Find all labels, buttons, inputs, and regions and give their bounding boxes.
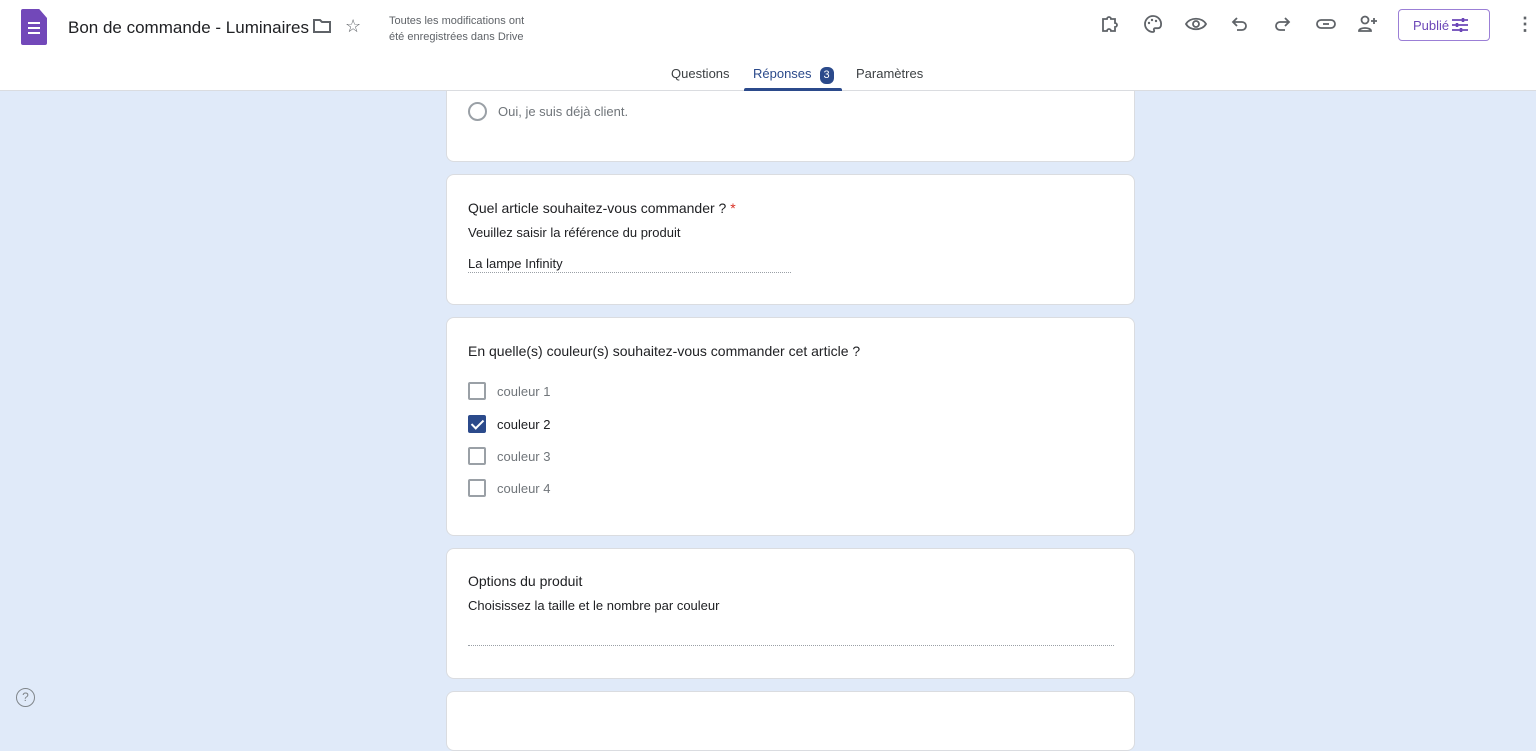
star-icon[interactable]: ☆ [345, 16, 361, 37]
help-icon[interactable]: ? [16, 688, 35, 707]
palette-icon[interactable] [1143, 14, 1163, 39]
tune-icon [1451, 17, 1469, 33]
option-label: Oui, je suis déjà client. [498, 104, 628, 119]
top-bar: Bon de commande - Luminaires ☆ Toutes le… [0, 0, 1536, 91]
undo-icon[interactable] [1231, 15, 1249, 38]
link-icon[interactable] [1315, 15, 1337, 38]
preview-eye-icon[interactable] [1185, 15, 1207, 38]
divider [468, 645, 1114, 646]
redo-icon[interactable] [1273, 15, 1291, 38]
active-tab-indicator [744, 88, 842, 91]
checkbox-option[interactable]: couleur 3 [468, 447, 550, 465]
tab-settings[interactable]: Paramètres [856, 66, 923, 81]
question-title: Quel article souhaitez-vous commander ? … [468, 200, 736, 216]
radio-option-existing-client[interactable]: Oui, je suis déjà client. [468, 102, 628, 121]
tab-responses-label: Réponses [753, 66, 812, 81]
form-title[interactable]: Bon de commande - Luminaires [68, 18, 309, 38]
client-question-card: Oui, je suis déjà client. [446, 80, 1135, 162]
option-label: couleur 4 [497, 481, 550, 496]
checkbox-option[interactable]: couleur 1 [468, 382, 550, 400]
checkbox-option[interactable]: couleur 4 [468, 479, 550, 497]
option-label: couleur 1 [497, 384, 550, 399]
publish-label: Publié [1413, 18, 1449, 33]
question-description: Veuillez saisir la référence du produit [468, 225, 680, 240]
tab-responses[interactable]: Réponses 3 [753, 66, 834, 84]
checkbox[interactable] [468, 479, 486, 497]
save-status: Toutes les modifications ontété enregist… [389, 13, 524, 45]
checkbox-checked[interactable] [468, 415, 486, 433]
publish-button[interactable]: Publié [1398, 9, 1490, 41]
option-label: couleur 2 [497, 417, 550, 432]
more-options-icon[interactable]: ⋮ [1516, 14, 1534, 35]
responses-count-badge: 3 [820, 67, 834, 84]
color-question-card: En quelle(s) couleur(s) souhaitez-vous c… [446, 317, 1135, 536]
checkbox-option[interactable]: couleur 2 [468, 415, 550, 433]
question-text: Quel article souhaitez-vous commander ? [468, 200, 726, 216]
tab-questions[interactable]: Questions [671, 66, 730, 81]
radio-button[interactable] [468, 102, 487, 121]
question-title: En quelle(s) couleur(s) souhaitez-vous c… [468, 343, 860, 359]
next-question-card [446, 691, 1135, 751]
forms-logo-icon[interactable] [21, 9, 47, 45]
article-question-card: Quel article souhaitez-vous commander ? … [446, 174, 1135, 305]
checkbox[interactable] [468, 382, 486, 400]
checkbox[interactable] [468, 447, 486, 465]
option-label: couleur 3 [497, 449, 550, 464]
article-answer-field[interactable]: La lampe Infinity [468, 256, 791, 273]
folder-icon[interactable] [312, 17, 332, 40]
section-title: Options du produit [468, 573, 582, 589]
required-asterisk: * [730, 200, 735, 216]
save-status-line: Toutes les modifications ont [389, 13, 524, 29]
section-description: Choisissez la taille et le nombre par co… [468, 598, 719, 613]
save-status-line: été enregistrées dans Drive [389, 29, 524, 45]
product-options-card: Options du produit Choisissez la taille … [446, 548, 1135, 679]
addons-puzzle-icon[interactable] [1100, 14, 1120, 39]
add-collaborator-icon[interactable] [1357, 14, 1379, 39]
